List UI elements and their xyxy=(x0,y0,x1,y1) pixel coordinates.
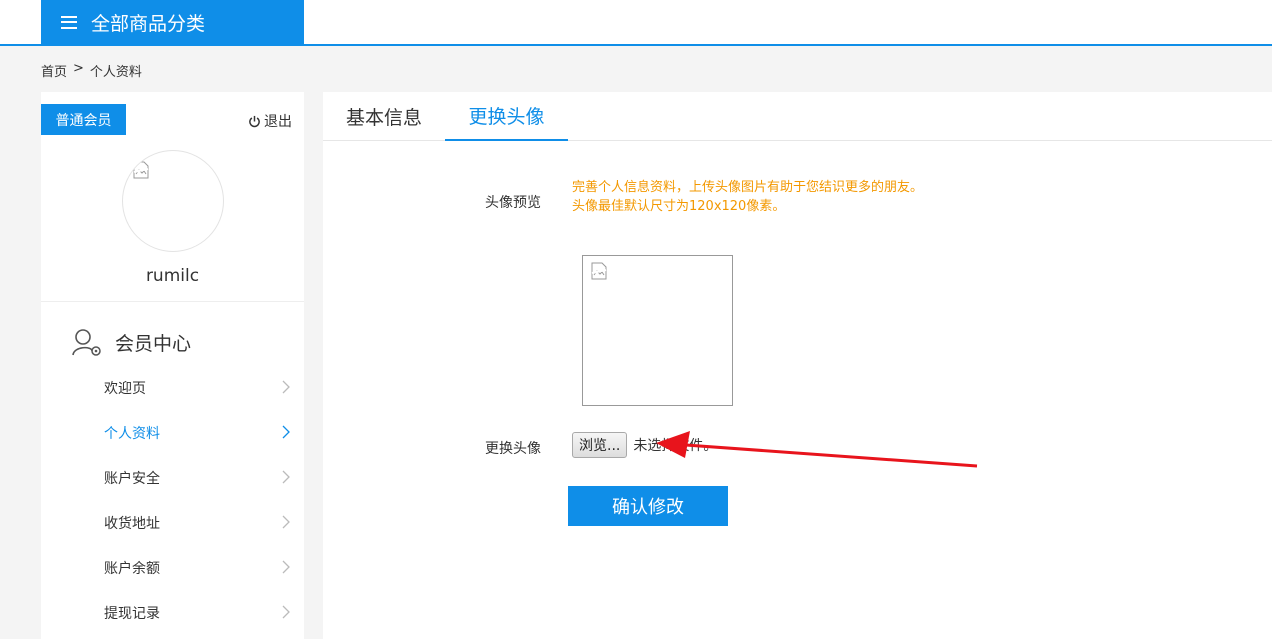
username: rumilc xyxy=(145,266,200,286)
broken-image-icon xyxy=(133,161,149,179)
chevron-right-icon xyxy=(282,560,290,574)
avatar-file-input[interactable]: 浏览... 未选择文件。 xyxy=(572,432,717,458)
sidebar-item-shipping-address[interactable]: 收货地址 xyxy=(41,500,304,545)
sidebar-item-label: 个人资料 xyxy=(104,425,160,442)
chevron-right-icon xyxy=(282,470,290,484)
logout-button[interactable]: 退出 xyxy=(248,111,292,131)
hamburger-icon xyxy=(61,15,77,29)
chevron-right-icon xyxy=(282,425,290,439)
sidebar-divider xyxy=(41,301,304,302)
sidebar-item-welcome[interactable]: 欢迎页 xyxy=(41,365,304,410)
member-center-label: 会员中心 xyxy=(115,332,192,355)
avatar-notice-line1: 完善个人信息资料，上传头像图片有助于您结识更多的朋友。 xyxy=(572,180,924,195)
power-icon xyxy=(249,115,260,127)
avatar-preview-label: 头像预览 xyxy=(485,195,541,211)
breadcrumb-home-link[interactable]: 首页 xyxy=(41,61,67,80)
main-content: 基本信息 更换头像 头像预览 完善个人信息资料，上传头像图片有助于您结识更多的朋… xyxy=(323,92,1272,639)
avatar[interactable] xyxy=(122,150,224,252)
breadcrumb-current: 个人资料 xyxy=(89,65,142,80)
sidebar-item-label: 欢迎页 xyxy=(104,380,146,397)
avatar-notice-line2: 头像最佳默认尺寸为120x120像素。 xyxy=(572,199,786,214)
broken-image-icon xyxy=(591,262,607,280)
sidebar-item-label: 账户安全 xyxy=(104,470,160,487)
chevron-right-icon xyxy=(282,605,290,619)
sidebar-menu: 欢迎页 个人资料 账户安全 收货地址 账户余额 提现记录 xyxy=(41,365,304,635)
logout-label: 退出 xyxy=(264,114,292,130)
sidebar-item-label: 提现记录 xyxy=(104,605,160,622)
sidebar-item-label: 账户余额 xyxy=(104,560,160,577)
chevron-right-icon xyxy=(282,515,290,529)
sidebar-item-account-security[interactable]: 账户安全 xyxy=(41,455,304,500)
chevron-right-icon xyxy=(282,380,290,394)
avatar-notice: 完善个人信息资料，上传头像图片有助于您结识更多的朋友。 头像最佳默认尺寸为120… xyxy=(572,178,923,216)
confirm-change-button[interactable]: 确认修改 xyxy=(568,486,728,526)
sidebar-item-withdraw-records[interactable]: 提现记录 xyxy=(41,590,304,635)
breadcrumb: 首页 > 个人资料 xyxy=(41,61,142,80)
change-avatar-label: 更换头像 xyxy=(485,441,541,457)
avatar-preview-box xyxy=(582,255,733,406)
tab-change-avatar[interactable]: 更换头像 xyxy=(445,92,568,141)
tab-basic-info[interactable]: 基本信息 xyxy=(323,92,445,141)
breadcrumb-separator: > xyxy=(73,61,84,76)
member-sidebar: 普通会员 退出 rumilc 会员中心 欢迎页 个人资料 账户安全 收货地址 账… xyxy=(41,92,304,639)
member-center-title: 会员中心 xyxy=(72,328,191,356)
profile-tabs: 基本信息 更换头像 xyxy=(323,92,1272,141)
all-categories-button[interactable]: 全部商品分类 xyxy=(41,0,304,44)
no-file-selected-text: 未选择文件。 xyxy=(633,438,718,454)
member-level-badge: 普通会员 xyxy=(41,104,126,135)
browse-button[interactable]: 浏览... xyxy=(572,432,628,458)
sidebar-item-profile[interactable]: 个人资料 xyxy=(41,410,304,455)
all-categories-label: 全部商品分类 xyxy=(91,12,206,35)
sidebar-item-label: 收货地址 xyxy=(104,515,160,532)
user-gear-icon xyxy=(72,329,101,356)
top-header: 全部商品分类 xyxy=(0,0,1272,46)
sidebar-item-account-balance[interactable]: 账户余额 xyxy=(41,545,304,590)
